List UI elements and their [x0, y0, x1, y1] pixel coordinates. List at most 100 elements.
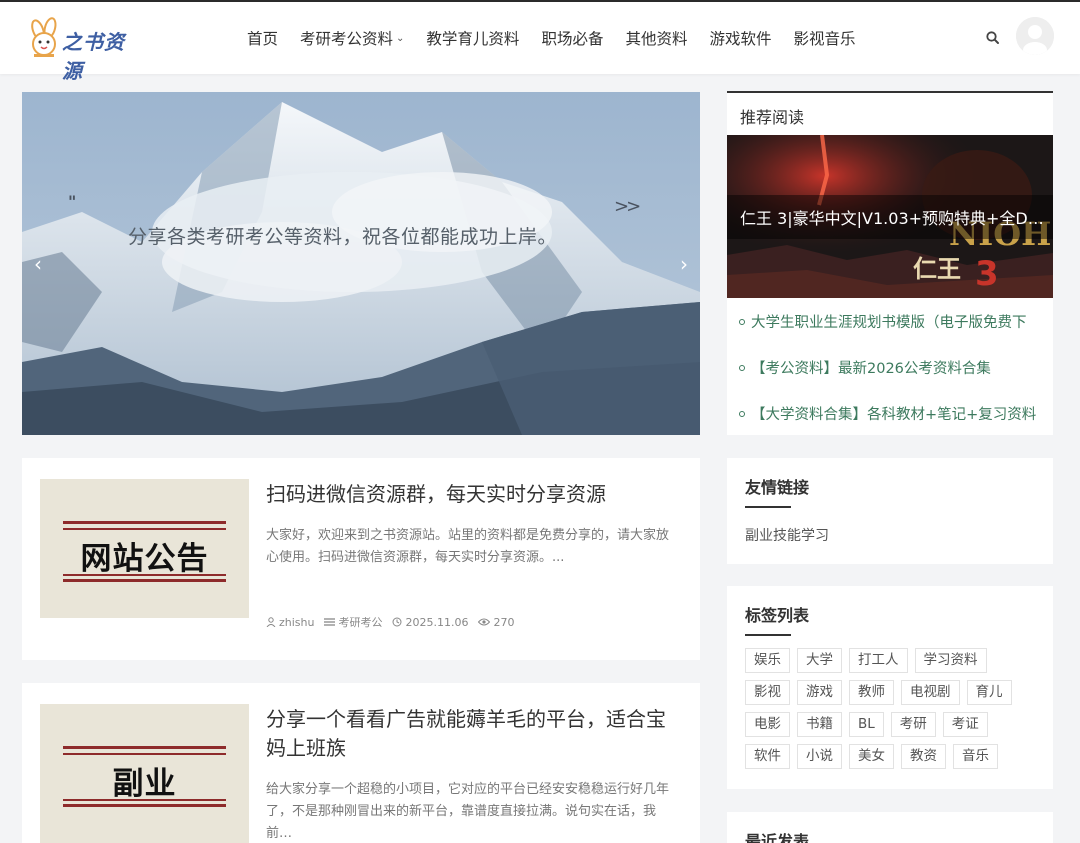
nav-label: 职场必备 [541, 30, 604, 48]
thumb-bar [63, 746, 226, 749]
thumb-bar [63, 574, 226, 576]
thumb-label: 副业 [112, 766, 177, 802]
post-category[interactable]: 考研考公 [324, 614, 382, 630]
post-title[interactable]: 扫码进微信资源群，每天实时分享资源 [266, 480, 676, 509]
tag-item[interactable]: 影视 [745, 680, 790, 705]
tag-item[interactable]: 大学 [797, 648, 842, 673]
tag-item[interactable]: 软件 [745, 744, 790, 769]
widget-title: 推荐阅读 [740, 108, 805, 127]
author-name: zhishu [279, 615, 315, 629]
site-logo[interactable]: 之书资源 [24, 16, 136, 83]
item-label: 【考公资料】最新2026公考资料合集 [751, 361, 991, 377]
recent-posts-widget: 最近发表 [727, 812, 1053, 843]
friend-links-widget: 友情链接 副业技能学习 [727, 458, 1053, 564]
friend-link[interactable]: 副业技能学习 [745, 525, 829, 545]
recommended-item[interactable]: 【大学资料合集】各科教材+笔记+复习资料 [739, 403, 1045, 449]
item-label: 【大学资料合集】各科教材+笔记+复习资料 [751, 407, 1037, 423]
clock-icon [392, 617, 402, 627]
slide-decor-arrows: >> [614, 196, 641, 217]
item-label: 大学生职业生涯规划书模版（电子版免费下 [751, 315, 1027, 331]
thumb-bar [63, 521, 226, 524]
post-meta: zhishu 考研考公 2025.11.06 270 [266, 614, 524, 630]
chevron-down-icon: ⌄ [396, 32, 405, 44]
user-icon [266, 617, 276, 627]
post-card: 网站公告 扫码进微信资源群，每天实时分享资源 大家好，欢迎来到之书资源站。站里的… [22, 458, 700, 660]
search-icon[interactable] [984, 29, 1002, 47]
bullet-icon [739, 411, 745, 417]
nav-label: 影视音乐 [793, 30, 856, 48]
nav-other[interactable]: 其他资料 [625, 27, 687, 49]
post-thumbnail[interactable]: 网站公告 [40, 479, 249, 618]
tag-item[interactable]: 书籍 [797, 712, 842, 737]
tag-item[interactable]: 音乐 [953, 744, 998, 769]
nav-games-software[interactable]: 游戏软件 [709, 27, 771, 49]
main-nav: 首页 考研考公资料 ⌄ 教学育儿资料 职场必备 其他资料 游戏软件 影视音乐 [236, 2, 867, 74]
post-excerpt: 给大家分享一个超稳的小项目，它对应的平台已经安安稳稳运行好几年了，不是那种刚冒出… [266, 782, 670, 841]
thumb-bar [63, 753, 226, 755]
hero-slider[interactable]: " 分享各类考研考公等资料，祝各位都能成功上岸。 >> ‹ › [22, 92, 700, 435]
nav-home[interactable]: 首页 [247, 27, 278, 49]
recommended-item[interactable]: 大学生职业生涯规划书模版（电子版免费下 [739, 311, 1045, 357]
tag-item[interactable]: 学习资料 [914, 648, 987, 673]
logo-text: 之书资源 [62, 30, 125, 83]
nav-label: 游戏软件 [709, 30, 772, 48]
tag-item[interactable]: BL [849, 712, 884, 737]
recommended-item[interactable]: 【考公资料】最新2026公考资料合集 [739, 357, 1045, 403]
tag-item[interactable]: 电视剧 [901, 680, 960, 705]
user-avatar[interactable] [1016, 17, 1054, 55]
thumb-label: 网站公告 [80, 541, 209, 577]
nav-label: 其他资料 [625, 30, 688, 48]
tag-item[interactable]: 考证 [942, 712, 988, 737]
bullet-icon [739, 365, 745, 371]
slider-prev-button[interactable]: ‹ [28, 252, 48, 276]
mountain-image [22, 92, 700, 435]
tag-item[interactable]: 育儿 [966, 680, 1012, 705]
site-header: 之书资源 首页 考研考公资料 ⌄ 教学育儿资料 职场必备 其他资料 游戏软件 影视… [0, 2, 1080, 83]
tag-item[interactable]: 美女 [849, 744, 894, 769]
post-date: 2025.11.06 [392, 616, 468, 629]
featured-post-image[interactable]: NIOH 仁王 3 仁王 3|豪华中文|V1.03+预购特典+全DLC [727, 135, 1053, 298]
featured-post-title[interactable]: 仁王 3|豪华中文|V1.03+预购特典+全DLC [740, 205, 1046, 229]
tag-item[interactable]: 教师 [849, 680, 894, 705]
quote-mark: " [68, 192, 77, 211]
svg-text:3: 3 [975, 254, 999, 294]
slider-next-button[interactable]: › [674, 252, 694, 276]
widget-title: 友情链接 [745, 478, 810, 497]
tag-list: 娱乐 大学 打工人 学习资料 影视 游戏 教师 电视剧 育儿 电影 书籍 BL … [745, 648, 1045, 776]
date-text: 2025.11.06 [405, 615, 469, 629]
tag-item[interactable]: 小说 [797, 744, 842, 769]
thumb-bar [63, 804, 226, 807]
nav-label: 教学育儿资料 [426, 30, 520, 48]
tag-item[interactable]: 教资 [901, 744, 946, 769]
tag-item[interactable]: 游戏 [797, 680, 842, 705]
post-views: 270 [478, 616, 514, 629]
slide-caption: 分享各类考研考公等资料，祝各位都能成功上岸。 [128, 226, 558, 248]
views-count: 270 [493, 615, 515, 629]
thumb-bar [63, 528, 226, 530]
post-excerpt: 大家好，欢迎来到之书资源站。站里的资料都是免费分享的，请大家放心使用。扫码进微信… [266, 528, 670, 565]
bullet-icon [739, 319, 745, 325]
nav-workplace[interactable]: 职场必备 [541, 27, 603, 49]
tag-item[interactable]: 打工人 [849, 648, 908, 673]
svg-text:仁王: 仁王 [913, 255, 961, 283]
tag-item[interactable]: 考研 [890, 712, 936, 737]
post-card: 副业 分享一个看看广告就能薅羊毛的平台，适合宝妈上班族 给大家分享一个超稳的小项… [22, 683, 700, 843]
list-icon [324, 618, 336, 626]
nav-teaching-parenting[interactable]: 教学育儿资料 [426, 27, 519, 49]
nav-label: 考研考公资料 [300, 30, 394, 48]
post-title[interactable]: 分享一个看看广告就能薅羊毛的平台，适合宝妈上班族 [266, 705, 676, 763]
thumb-bar [63, 579, 226, 582]
post-author[interactable]: zhishu [266, 616, 314, 629]
nav-exam-materials[interactable]: 考研考公资料 ⌄ [300, 27, 404, 49]
recommended-list: 大学生职业生涯规划书模版（电子版免费下 【考公资料】最新2026公考资料合集 【… [739, 311, 1045, 449]
thumb-bar [63, 799, 226, 801]
tag-item[interactable]: 电影 [745, 712, 790, 737]
widget-title: 最近发表 [745, 832, 810, 843]
tags-widget: 标签列表 娱乐 大学 打工人 学习资料 影视 游戏 教师 电视剧 育儿 电影 书… [727, 586, 1053, 789]
eye-icon [478, 618, 491, 626]
category-name: 考研考公 [338, 616, 383, 629]
post-thumbnail[interactable]: 副业 [40, 704, 249, 843]
nav-label: 首页 [247, 30, 279, 48]
tag-item[interactable]: 娱乐 [745, 648, 790, 673]
nav-movies-music[interactable]: 影视音乐 [793, 27, 855, 49]
